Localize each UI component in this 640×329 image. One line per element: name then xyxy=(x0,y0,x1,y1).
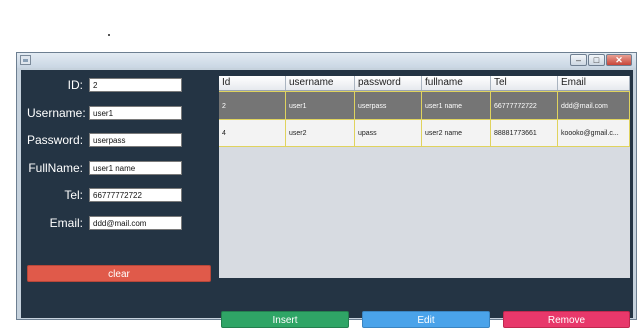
table-cell[interactable]: user2 name xyxy=(422,120,491,146)
email-label: Email: xyxy=(49,216,83,230)
table-row[interactable]: 4 user2 upass user2 name 88881773661 koo… xyxy=(219,120,630,147)
username-label: Username: xyxy=(27,106,86,120)
title-bar[interactable]: – □ ✕ xyxy=(17,53,636,68)
password-field[interactable]: userpass xyxy=(89,133,182,147)
edit-button[interactable]: Edit xyxy=(362,311,490,328)
column-header-password[interactable]: password xyxy=(355,76,422,90)
app-window: – □ ✕ ID: 2 Username: user1 Password: us… xyxy=(16,52,637,328)
column-header-id[interactable]: Id xyxy=(219,76,286,90)
username-field[interactable]: user1 xyxy=(89,106,182,120)
fullname-field[interactable]: user1 name xyxy=(89,161,182,175)
table-row-selected[interactable]: 2 user1 userpass user1 name 66777772722 … xyxy=(219,91,630,120)
id-label: ID: xyxy=(67,78,83,92)
column-header-tel[interactable]: Tel xyxy=(491,76,558,90)
insert-button[interactable]: Insert xyxy=(221,311,349,328)
table-cell[interactable]: 66777772722 xyxy=(491,91,558,120)
maximize-button[interactable]: □ xyxy=(588,54,605,66)
column-header-email[interactable]: Email xyxy=(558,76,630,90)
fullname-label: FullName: xyxy=(28,161,83,175)
table-header: Id username password fullname Tel Email xyxy=(219,76,630,91)
main-panel: ID: 2 Username: user1 Password: userpass… xyxy=(21,70,633,328)
minimize-button[interactable]: – xyxy=(570,54,587,66)
table-cell[interactable]: koooko@gmail.c... xyxy=(558,120,630,146)
clear-button[interactable]: clear xyxy=(27,265,211,282)
stray-dot xyxy=(108,34,110,36)
table-cell[interactable]: 88881773661 xyxy=(491,120,558,146)
tel-label: Tel: xyxy=(64,188,83,202)
users-table: Id username password fullname Tel Email … xyxy=(219,76,630,278)
password-label: Password: xyxy=(27,133,84,147)
table-cell[interactable]: 4 xyxy=(219,120,286,146)
table-cell[interactable]: ddd@mail.com xyxy=(558,91,630,120)
remove-button[interactable]: Remove xyxy=(503,311,630,328)
column-header-fullname[interactable]: fullname xyxy=(422,76,491,90)
table-cell[interactable]: user1 xyxy=(286,91,355,120)
tel-field[interactable]: 66777772722 xyxy=(89,188,182,202)
java-app-icon xyxy=(20,55,31,65)
table-cell[interactable]: upass xyxy=(355,120,422,146)
id-field[interactable]: 2 xyxy=(89,78,182,92)
column-header-username[interactable]: username xyxy=(286,76,355,90)
table-cell[interactable]: userpass xyxy=(355,91,422,120)
close-button[interactable]: ✕ xyxy=(606,54,632,66)
window-controls: – □ ✕ xyxy=(570,54,632,66)
table-cell[interactable]: 2 xyxy=(219,91,286,120)
table-cell[interactable]: user2 xyxy=(286,120,355,146)
email-field[interactable]: ddd@mail.com xyxy=(89,216,182,230)
table-cell[interactable]: user1 name xyxy=(422,91,491,120)
